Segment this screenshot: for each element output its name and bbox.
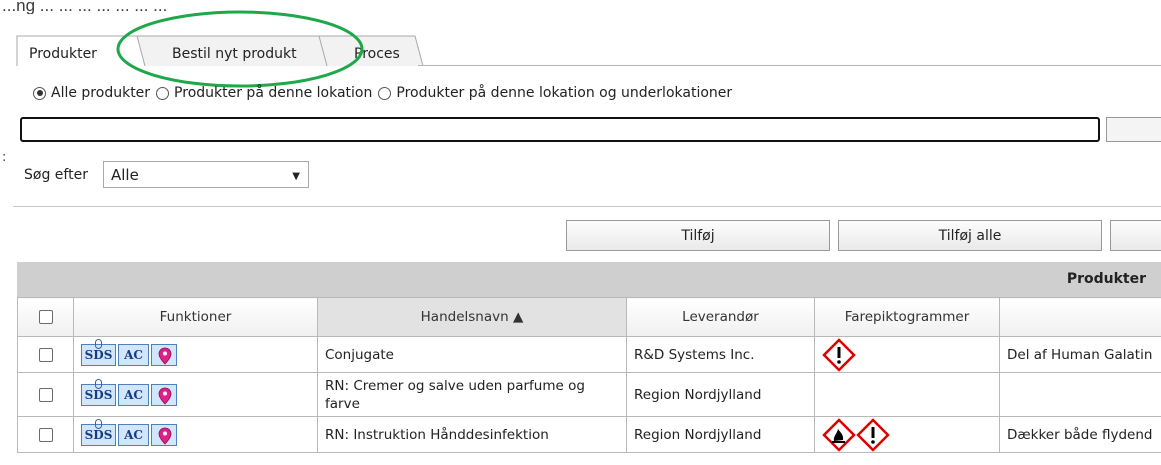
radio-denne-lokation[interactable]: Produkter på denne lokation xyxy=(156,85,372,101)
note-cell: Del af Human Galatin xyxy=(999,336,1161,373)
supplier-cell: Region Nordjylland xyxy=(626,372,815,417)
supplier-cell: Region Nordjylland xyxy=(626,416,815,453)
sds-icon[interactable]: SDS xyxy=(81,378,116,406)
pictogram-cell xyxy=(814,416,1000,453)
sds-text: SDS xyxy=(84,347,113,362)
column-header-leverandor[interactable]: Leverandør xyxy=(626,297,815,337)
flame-icon xyxy=(822,417,856,452)
column-header-funktioner: Funktioner xyxy=(73,297,318,337)
select-all-checkbox[interactable] xyxy=(38,310,53,324)
products-table: Funktioner Handelsnavn ▲ Leverandør Fare… xyxy=(17,297,1161,453)
stray-dot: : xyxy=(2,150,7,165)
radio-button[interactable] xyxy=(378,86,392,100)
pictogram-cell xyxy=(814,372,1000,417)
tab-bestil-nyt-produkt[interactable]: Bestil nyt produkt xyxy=(172,46,297,62)
radio-alle-produkter[interactable]: Alle produkter xyxy=(33,85,150,101)
select-all-header xyxy=(17,297,74,337)
filter-selected-value: Alle xyxy=(111,165,139,184)
search-button[interactable] xyxy=(1106,117,1161,142)
cropped-caption-text: ...ng ... ... ... ... ... ... ... xyxy=(0,0,1161,14)
radio-label: Produkter på denne lokation xyxy=(174,85,373,101)
scope-radio-group: Alle produkter Produkter på denne lokati… xyxy=(33,82,738,104)
pictogram-cell xyxy=(814,336,1000,373)
radio-label: Produkter på denne lokation og underloka… xyxy=(396,85,733,101)
location-pin-icon[interactable] xyxy=(151,343,177,366)
exclamation-mark-icon xyxy=(856,417,890,452)
location-pin-icon[interactable] xyxy=(151,383,177,406)
table-row[interactable]: SDS AC RN: Cremer og salve uden parfume … xyxy=(17,372,1161,417)
search-input[interactable] xyxy=(20,117,1100,142)
trade-name-cell: Conjugate xyxy=(317,336,627,373)
row-checkbox[interactable] xyxy=(38,387,53,402)
function-cell: SDS AC xyxy=(73,336,318,373)
trade-name-cell: RN: Instruktion Hånddesinfektion xyxy=(317,416,627,453)
paperclip-icon xyxy=(95,338,102,349)
table-header-row: Funktioner Handelsnavn ▲ Leverandør Fare… xyxy=(17,297,1161,337)
sds-text: SDS xyxy=(84,387,113,402)
grid-title: Produkter xyxy=(1066,271,1146,287)
row-checkbox-cell xyxy=(17,372,74,417)
ac-icon[interactable]: AC xyxy=(118,343,149,366)
column-header-note[interactable] xyxy=(999,297,1161,337)
grid-title-bar: Produkter xyxy=(17,262,1161,297)
caption-text: ...ng ... ... ... ... ... ... ... xyxy=(2,0,168,14)
supplier-cell: R&D Systems Inc. xyxy=(626,336,815,373)
row-checkbox[interactable] xyxy=(38,347,53,362)
row-checkbox-cell xyxy=(17,416,74,453)
filter-label: Søg efter xyxy=(24,167,88,183)
column-header-handelsnavn[interactable]: Handelsnavn ▲ xyxy=(317,297,627,337)
note-cell xyxy=(999,372,1161,417)
ac-icon[interactable]: AC xyxy=(118,383,149,406)
radio-button-checked[interactable] xyxy=(33,86,46,100)
chevron-down-icon: ▼ xyxy=(292,171,300,182)
sds-icon[interactable]: SDS xyxy=(81,418,116,446)
ac-icon[interactable]: AC xyxy=(118,423,149,446)
location-pin-icon[interactable] xyxy=(151,423,177,446)
function-cell: SDS AC xyxy=(73,372,318,417)
sds-text: SDS xyxy=(84,427,113,442)
tab-produkter[interactable]: Produkter xyxy=(29,46,97,62)
radio-button[interactable] xyxy=(156,86,170,100)
note-cell: Dækker både flydend xyxy=(999,416,1161,453)
add-all-button[interactable]: Tilføj alle xyxy=(838,220,1102,251)
function-cell: SDS AC xyxy=(73,416,318,453)
filter-select[interactable]: Alle ▼ xyxy=(103,161,309,188)
exclamation-mark-icon xyxy=(822,337,856,372)
row-checkbox[interactable] xyxy=(38,427,53,442)
more-action-button[interactable] xyxy=(1110,220,1161,251)
paperclip-icon xyxy=(95,378,102,389)
separator xyxy=(13,206,1161,207)
tab-proces[interactable]: Proces xyxy=(354,46,400,62)
table-row[interactable]: SDS AC RN: Instruktion Hånddesinfektion … xyxy=(17,416,1161,453)
tab-strip: Produkter Bestil nyt produkt Proces xyxy=(16,33,437,67)
sds-icon[interactable]: SDS xyxy=(81,338,116,366)
paperclip-icon xyxy=(95,418,102,429)
add-button[interactable]: Tilføj xyxy=(566,220,830,251)
row-checkbox-cell xyxy=(17,336,74,373)
column-header-farepiktogrammer[interactable]: Farepiktogrammer xyxy=(814,297,1000,337)
radio-label: Alle produkter xyxy=(51,85,151,101)
tab-baseline xyxy=(418,65,1161,66)
trade-name-cell: RN: Cremer og salve uden parfume og farv… xyxy=(317,372,627,417)
table-row[interactable]: SDS AC Conjugate R&D Systems Inc. Del af… xyxy=(17,336,1161,373)
radio-underlokationer[interactable]: Produkter på denne lokation og underloka… xyxy=(378,85,732,101)
